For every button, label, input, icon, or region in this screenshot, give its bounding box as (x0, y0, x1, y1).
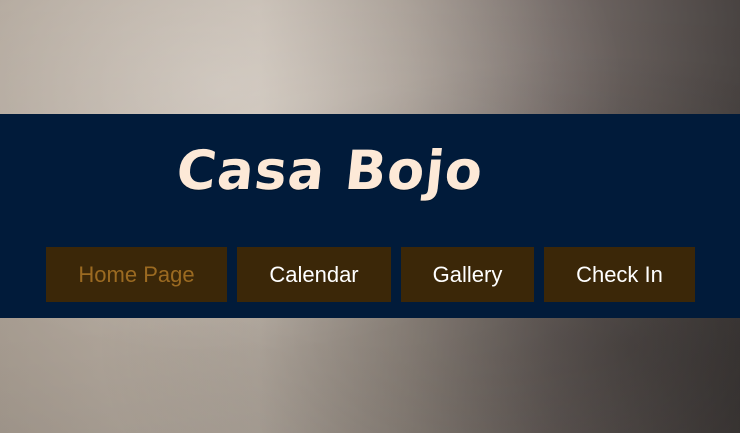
nav-check-in[interactable]: Check In (544, 247, 695, 302)
nav-gallery[interactable]: Gallery (401, 247, 534, 302)
site-title: Casa Bojo (173, 139, 487, 202)
nav-home-page[interactable]: Home Page (46, 247, 227, 302)
main-nav: Home Page Calendar Gallery Check In (46, 247, 695, 302)
nav-calendar[interactable]: Calendar (237, 247, 391, 302)
